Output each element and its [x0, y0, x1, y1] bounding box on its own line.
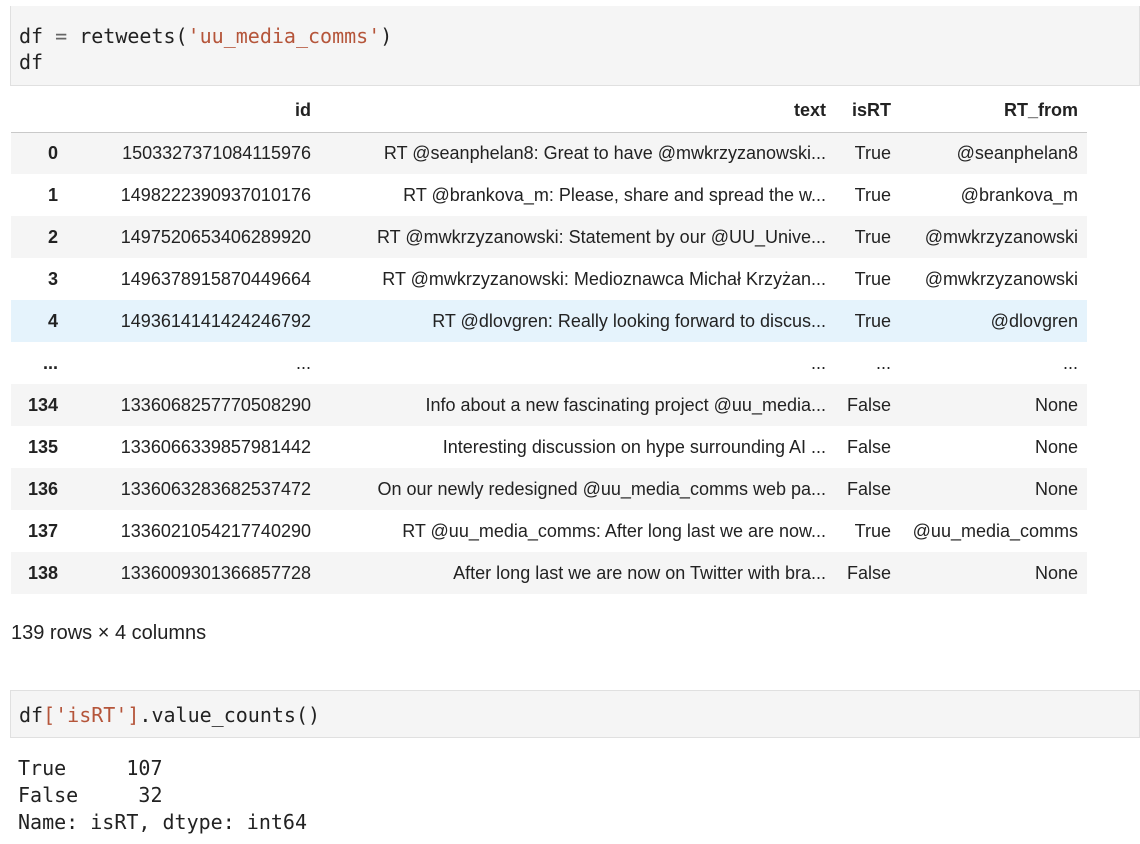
code-token-var: df — [19, 24, 44, 48]
output-line-false: False 32 — [18, 783, 163, 807]
code-cell-retweets[interactable]: df = retweets('uu_media_comms') df — [10, 6, 1140, 86]
code-token-string: 'uu_media_comms' — [187, 24, 381, 48]
code-token-close: ) — [380, 24, 393, 48]
table-row: 134 1336068257770508290 Info about a new… — [11, 384, 1087, 426]
column-header-isrt: isRT — [835, 90, 900, 133]
cell-text: RT @brankova_m: Please, share and spread… — [403, 184, 826, 205]
code-token-method: .value_counts() — [139, 703, 321, 727]
cell-id: 1336021054217740290 — [120, 520, 311, 541]
cell-id: 1336066339857981442 — [120, 436, 311, 457]
dataframe-shape-text: 139 rows × 4 columns — [11, 622, 207, 644]
cell-text: After long last we are now on Twitter wi… — [453, 562, 826, 583]
cell-text: Interesting discussion on hype surroundi… — [442, 436, 826, 457]
cell-id: 1496378915870449664 — [120, 268, 311, 289]
cell-rt-from: None — [1034, 478, 1078, 499]
code-token-string: ['isRT'] — [43, 703, 140, 727]
cell-isrt: ... — [875, 352, 891, 373]
column-header-rt-from: RT_from — [900, 90, 1087, 133]
cell-isrt: False — [846, 394, 891, 415]
cell-id: 1498222390937010176 — [120, 184, 311, 205]
table-row-hovered: 4 1493614141424246792 RT @dlovgren: Real… — [11, 300, 1087, 342]
cell-rt-from: None — [1034, 436, 1078, 457]
table-row: 135 1336066339857981442 Interesting disc… — [11, 426, 1087, 468]
cell-text: Info about a new fascinating project @uu… — [425, 394, 826, 415]
row-index: 137 — [27, 520, 58, 541]
cell-isrt: True — [854, 268, 891, 289]
code-line-2: df — [19, 50, 44, 74]
row-index: ... — [42, 352, 58, 373]
table-row: 2 1497520653406289920 RT @mwkrzyzanowski… — [11, 216, 1087, 258]
row-index: 1 — [47, 184, 58, 205]
cell-rt-from: None — [1034, 562, 1078, 583]
code-line-1: df = retweets('uu_media_comms') — [19, 23, 1139, 49]
cell-rt-from: @dlovgren — [990, 310, 1078, 331]
cell-id: 1497520653406289920 — [120, 226, 311, 247]
code-cell-value-counts[interactable]: df['isRT'].value_counts() — [10, 690, 1140, 738]
cell-isrt: True — [854, 142, 891, 163]
cell-text: RT @dlovgren: Really looking forward to … — [432, 310, 826, 331]
cell-isrt: False — [846, 436, 891, 457]
code-token-var: df — [19, 703, 44, 727]
cell-text: RT @mwkrzyzanowski: Statement by our @UU… — [376, 226, 826, 247]
row-index: 4 — [47, 310, 58, 331]
table-row: 138 1336009301366857728 After long last … — [11, 552, 1087, 594]
row-index: 135 — [27, 436, 58, 457]
row-index: 138 — [27, 562, 58, 583]
output-line-true: True 107 — [18, 756, 163, 780]
column-header-text: text — [320, 90, 835, 133]
code-token-op: = — [43, 24, 80, 48]
row-index: 136 — [27, 478, 58, 499]
cell-id: 1336063283682537472 — [120, 478, 311, 499]
table-row: 0 1503327371084115976 RT @seanphelan8: G… — [11, 132, 1087, 174]
table-row: 136 1336063283682537472 On our newly red… — [11, 468, 1087, 510]
cell-isrt: True — [854, 310, 891, 331]
table-row: 1 1498222390937010176 RT @brankova_m: Pl… — [11, 174, 1087, 216]
cell-rt-from: @brankova_m — [960, 184, 1078, 205]
cell-rt-from: @mwkrzyzanowski — [924, 226, 1078, 247]
row-index: 134 — [27, 394, 58, 415]
cell-text: RT @uu_media_comms: After long last we a… — [402, 520, 826, 541]
cell-id: 1336009301366857728 — [120, 562, 311, 583]
cell-isrt: False — [846, 478, 891, 499]
cell-id: 1503327371084115976 — [122, 142, 311, 163]
cell-isrt: True — [854, 520, 891, 541]
cell-text: On our newly redesigned @uu_media_comms … — [377, 478, 826, 499]
cell-rt-from: @seanphelan8 — [956, 142, 1078, 163]
cell-text: ... — [810, 352, 826, 373]
row-index: 3 — [47, 268, 58, 289]
cell-isrt: True — [854, 184, 891, 205]
dataframe-table: id text isRT RT_from 0 15033273710841159… — [11, 90, 1087, 594]
cell-rt-from: @mwkrzyzanowski — [924, 268, 1078, 289]
cell-text: RT @seanphelan8: Great to have @mwkrzyza… — [383, 142, 826, 163]
cell-rt-from: @uu_media_comms — [912, 520, 1078, 541]
table-row: 3 1496378915870449664 RT @mwkrzyzanowski… — [11, 258, 1087, 300]
cell-rt-from: None — [1034, 394, 1078, 415]
code-token-fn: retweets( — [79, 24, 188, 48]
cell-id: 1336068257770508290 — [120, 394, 311, 415]
cell-isrt: False — [846, 562, 891, 583]
table-row-ellipsis: ... ... ... ... ... — [11, 342, 1087, 384]
column-header-index — [11, 90, 67, 133]
table-row: 137 1336021054217740290 RT @uu_media_com… — [11, 510, 1087, 552]
cell-id: ... — [295, 352, 311, 373]
cell-id: 1493614141424246792 — [120, 310, 311, 331]
table-header-row: id text isRT RT_from — [11, 90, 1087, 133]
output-line-dtype: Name: isRT, dtype: int64 — [18, 810, 307, 834]
cell-isrt: True — [854, 226, 891, 247]
row-index: 0 — [47, 142, 58, 163]
cell-rt-from: ... — [1062, 352, 1078, 373]
cell-text: RT @mwkrzyzanowski: Medioznawca Michał K… — [382, 268, 826, 289]
column-header-id: id — [67, 90, 320, 133]
value-counts-output: True 107 False 32 Name: isRT, dtype: int64 — [18, 755, 307, 836]
row-index: 2 — [47, 226, 58, 247]
